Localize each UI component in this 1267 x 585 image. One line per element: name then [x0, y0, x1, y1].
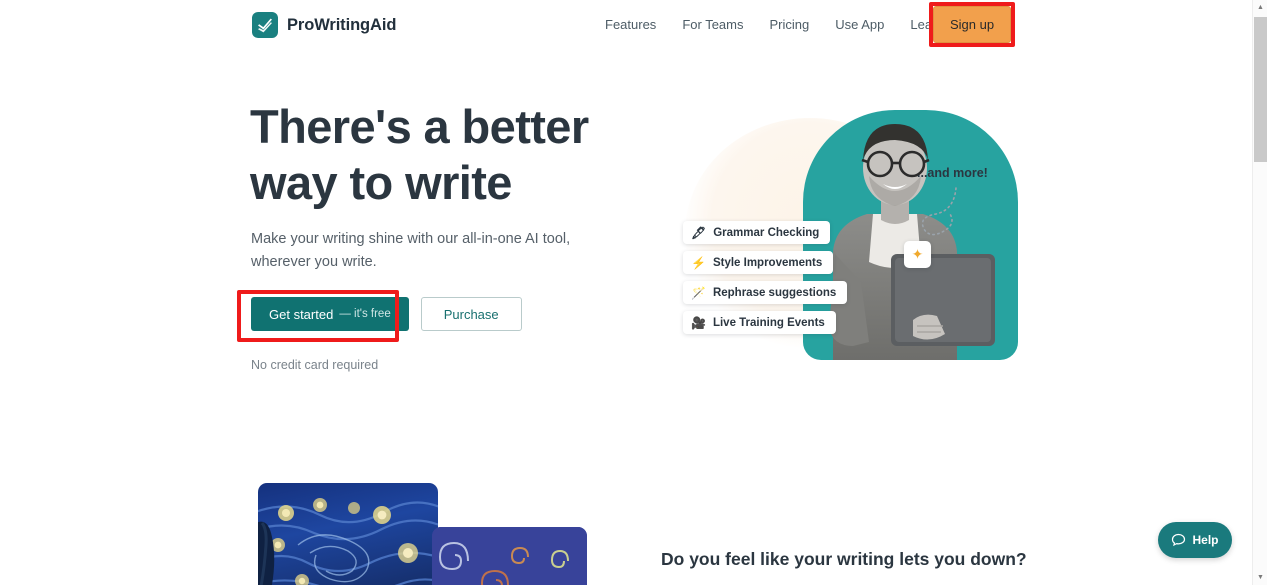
- feature-chip-label: Rephrase suggestions: [712, 286, 837, 299]
- hero-subtitle: Make your writing shine with our all-in-…: [251, 231, 571, 270]
- page-scrollbar[interactable]: ▲ ▼: [1252, 0, 1267, 585]
- starry-night-image-card: [258, 483, 438, 585]
- get-started-button[interactable]: Get started — it's free: [251, 297, 409, 331]
- magic-wand-icon: 🪄: [691, 285, 706, 300]
- hero-title: There's a better way to write: [250, 100, 589, 209]
- get-started-label: Get started: [269, 306, 334, 322]
- site-header: ProWritingAid Features For Teams Pricing…: [0, 0, 1252, 50]
- purchase-button[interactable]: Purchase: [420, 297, 522, 331]
- hero-cta-row: Get started — it's free Purchase: [251, 297, 522, 331]
- nav-item-for-teams[interactable]: For Teams: [669, 16, 756, 34]
- get-started-suffix: — it's free: [339, 308, 391, 320]
- feature-chip-rephrase-suggestions[interactable]: 🪄 Rephrase suggestions: [683, 281, 848, 304]
- scrollbar-thumb[interactable]: [1254, 17, 1267, 162]
- feature-chip-grammar-checking[interactable]: 🖋 Grammar Checking: [683, 221, 831, 244]
- prowritingaid-logo-icon: [252, 12, 278, 38]
- lightning-icon: ⚡: [691, 255, 706, 270]
- feature-chip-label: Style Improvements: [712, 256, 823, 269]
- sign-up-button-wrapper: Sign up: [933, 6, 1011, 43]
- feature-chip-label: Grammar Checking: [713, 226, 820, 239]
- nav-item-features[interactable]: Features: [600, 16, 669, 34]
- scrollbar-up-arrow[interactable]: ▲: [1253, 0, 1267, 15]
- help-widget-button[interactable]: Help: [1158, 522, 1232, 558]
- chat-bubble-icon: [1172, 533, 1186, 546]
- brand-name: ProWritingAid: [287, 15, 397, 34]
- brand-logo-link[interactable]: ProWritingAid: [252, 12, 396, 38]
- hero-illustration: 🖋 Grammar Checking ⚡ Style Improvements …: [645, 100, 1045, 375]
- sign-up-button[interactable]: Sign up: [933, 6, 1011, 43]
- pen-icon: 🖋: [691, 225, 707, 240]
- scrollbar-down-arrow[interactable]: ▼: [1253, 570, 1267, 585]
- page-content: ProWritingAid Features For Teams Pricing…: [0, 0, 1252, 585]
- movie-camera-icon: 🎥: [691, 315, 706, 330]
- nav-item-pricing[interactable]: Pricing: [756, 16, 822, 34]
- feature-chip-live-training-events[interactable]: 🎥 Live Training Events: [683, 311, 836, 334]
- feature-chip-label: Live Training Events: [712, 316, 825, 329]
- browser-viewport: ProWritingAid Features For Teams Pricing…: [0, 0, 1267, 585]
- help-widget-label: Help: [1192, 533, 1219, 547]
- nav-item-use-app[interactable]: Use App: [822, 16, 897, 34]
- no-credit-card-note: No credit card required: [251, 358, 379, 372]
- sparkle-icon: ✦: [904, 241, 931, 268]
- feature-chip-style-improvements[interactable]: ⚡ Style Improvements: [683, 251, 834, 274]
- dotted-arrow-icon: [921, 187, 957, 236]
- and-more-callout: ...and more!: [917, 166, 988, 180]
- blue-swirls-image-card: [432, 527, 587, 585]
- section-heading: Do you feel like your writing lets you d…: [661, 549, 1027, 569]
- feature-chip-list: 🖋 Grammar Checking ⚡ Style Improvements …: [683, 221, 848, 334]
